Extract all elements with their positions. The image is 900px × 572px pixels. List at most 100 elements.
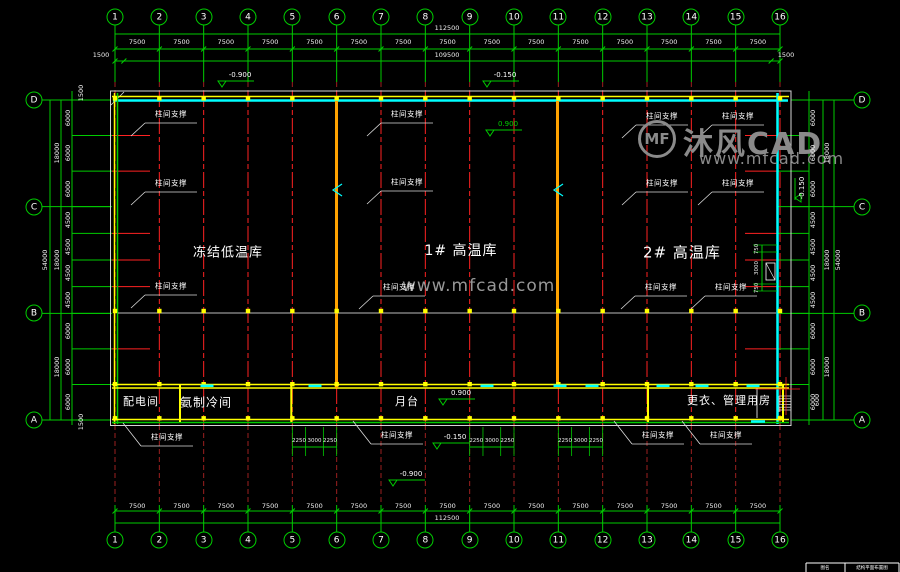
door-dim-text: 2250 [292,438,306,444]
side-dim-right: 4500 [809,238,817,255]
bracing-label: 柱间支撑 [391,109,423,120]
bay-dim-bottom: 7500 [218,502,235,510]
side-group-dim-right: 18000 [823,356,831,377]
grid-bubble-top: 3 [195,9,212,26]
door-dim-text: 2250 [500,438,514,444]
dim-end-offset-left: 1500 [93,51,110,59]
bay-dim-top: 7500 [218,38,235,46]
grid-bubble-top: 15 [727,9,744,26]
grid-bubble-top: 11 [550,9,567,26]
level-text: -0.150 [494,71,517,79]
bracing-label: 柱间支撑 [710,430,742,441]
grid-bubble-bottom: 4 [239,532,256,549]
dim-total-bottom: 112500 [435,514,460,522]
bay-dim-bottom: 7500 [129,502,146,510]
side-group-dim-left: 18000 [53,250,61,271]
bracing-label: 柱间支撑 [645,282,677,293]
bracing-label: 柱间支撑 [155,109,187,120]
side-dim-right: 4500 [809,265,817,282]
side-dim-right: 6000 [809,145,817,162]
bay-dim-bottom: 7500 [173,502,190,510]
bracing-label: 柱间支撑 [642,430,674,441]
side-group-dim-right: 18000 [823,143,831,164]
grid-bubble-bottom: 1 [107,532,124,549]
grid-bubble-left: B [26,305,43,322]
titleblock-value: 结构平面布置图 [856,565,888,571]
side-group-dim-left: 18000 [53,143,61,164]
side-dim-left: 4500 [64,292,72,309]
grid-bubble-top: 2 [151,9,168,26]
grid-bubble-bottom: 13 [638,532,655,549]
side-group-dim-right: 18000 [823,250,831,271]
bay-dim-bottom: 7500 [661,502,678,510]
side-dim-right: 6000 [809,323,817,340]
bay-dim-bottom: 7500 [484,502,501,510]
level-text: 0.900 [498,120,518,128]
bay-dim-top: 7500 [395,38,412,46]
room-label-ammonia: 氨制冷间 [180,394,232,411]
grid-bubble-bottom: 9 [461,532,478,549]
grid-bubble-bottom: 8 [417,532,434,549]
bay-dim-top: 7500 [262,38,279,46]
bracing-label: 柱间支撑 [722,111,754,122]
bracing-label: 柱间支撑 [155,178,187,189]
side-door-dim: 750 [754,243,760,254]
side-total-left: 54000 [41,250,49,271]
grid-bubble-left: C [26,198,43,215]
bay-dim-top: 7500 [528,38,545,46]
side-dim-left: 6000 [64,323,72,340]
bay-dim-top: 7500 [484,38,501,46]
mfcad-logo-icon: MF [638,120,676,158]
room-label-cold-storage: 冻结低温库 [193,242,263,261]
grid-bubble-right: D [854,92,871,109]
grid-bubble-right: C [854,198,871,215]
grid-bubble-right: B [854,305,871,322]
bay-dim-top: 7500 [173,38,190,46]
bay-dim-top: 7500 [439,38,456,46]
bracing-label: 柱间支撑 [151,432,183,443]
bracing-label: 柱间支撑 [383,282,415,293]
bay-dim-top: 7500 [617,38,634,46]
grid-bubble-top: 12 [594,9,611,26]
bay-dim-top: 7500 [750,38,767,46]
side-total-right: 54000 [834,250,842,271]
grid-bubble-top: 1 [107,9,124,26]
bay-dim-top: 7500 [306,38,323,46]
side-dim-left: 4500 [64,238,72,255]
bracing-label: 柱间支撑 [155,281,187,292]
side-dim-right: 6000 [809,358,817,375]
side-dim-left: 6000 [64,145,72,162]
cad-floor-plan: 冻结低温库 1# 高温库 2# 高温库 配电间 氨制冷间 月台 更衣、管理用房 … [0,0,900,572]
room-label-platform: 月台 [395,393,419,409]
bay-dim-bottom: 7500 [705,502,722,510]
side-dim-left: 4500 [64,265,72,282]
grid-bubble-top: 5 [284,9,301,26]
grid-bubble-bottom: 7 [372,532,389,549]
side-dim-left: 6000 [64,358,72,375]
grid-bubble-top: 8 [417,9,434,26]
side-door-dim: 750 [754,282,760,293]
side-door-dim: 3000 [754,261,760,275]
bay-dim-bottom: 7500 [439,502,456,510]
grid-bubble-top: 4 [239,9,256,26]
grid-bubble-bottom: 15 [727,532,744,549]
bay-dim-top: 7500 [351,38,368,46]
door-dim-text: 2250 [589,438,603,444]
room-label-hot-storage-2: 2# 高温库 [643,242,721,263]
side-dim-left: 6000 [64,181,72,198]
room-label-admin: 更衣、管理用房 [687,392,771,408]
grid-bubble-top: 10 [505,9,522,26]
grid-bubble-left: D [26,92,43,109]
door-dim-text: 2250 [469,438,483,444]
grid-bubble-bottom: 16 [771,532,788,549]
bay-dim-bottom: 7500 [750,502,767,510]
side-end-top: 1500 [77,85,85,102]
door-dim-text: 3000 [485,438,499,444]
door-dim-text: 3000 [573,438,587,444]
bracing-label: 柱间支撑 [391,177,423,188]
bay-dim-bottom: 7500 [306,502,323,510]
side-dim-right: 4500 [809,292,817,309]
bay-dim-top: 7500 [661,38,678,46]
level-text: 0.900 [451,389,471,397]
grid-bubble-top: 9 [461,9,478,26]
